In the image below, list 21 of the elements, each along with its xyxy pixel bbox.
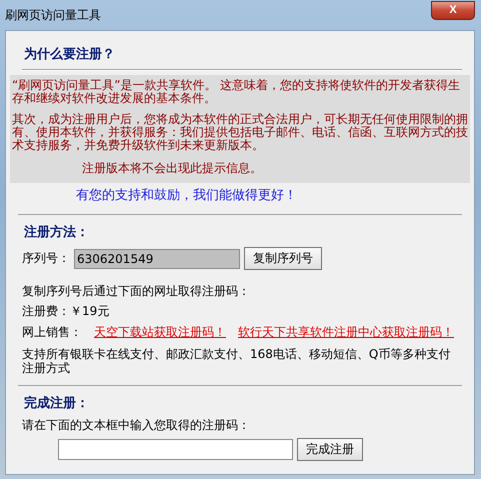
thanks-text: 有您的支持和鼓励，我们能做得更好！ [75, 187, 298, 204]
section-heading: 完成注册： [23, 394, 90, 412]
payment-text: 支持所有银联卡在线支付、邮政汇款支付、168电话、移动短信、Q币等多种支付注册方式 [21, 347, 452, 375]
finish-registration-button[interactable]: 完成注册 [297, 438, 363, 461]
section-heading: 为什么要注册？ [23, 46, 116, 63]
copy-serial-button[interactable]: 复制序列号 [244, 247, 322, 270]
serial-field[interactable]: 6306201549 [74, 248, 240, 268]
registration-code-field[interactable] [58, 439, 293, 460]
fee-text: 注册费：￥19元 [21, 304, 110, 318]
window-title: 刷网页访问量工具 [5, 6, 101, 24]
notice-text: 注册版本将不会出现此提示信息。 [81, 160, 263, 177]
registration-link[interactable]: 天空下载站获取注册码！ [94, 324, 226, 341]
section-heading: 注册方法： [23, 224, 90, 241]
serial-label: 序列号： [22, 250, 70, 267]
sales-label: 网上销售： [22, 324, 82, 341]
registration-link[interactable]: 软行天下共享软件注册中心获取注册码！ [238, 324, 454, 341]
prompt-text: 请在下面的文本框中输入您取得的注册码： [21, 418, 251, 432]
info-paragraph: “刷网页访问量工具”是一款共享软件。 这意味着，您的支持将使软件的开发者获得生存和继续对软件改进发展的基本条件。 [12, 79, 462, 105]
info-paragraph: 其次，成为注册用户后，您将成为本软件的正式合法用户，可长期无任何使用限制的拥有、使用本软件，并获得服务：我们提供包括电子邮件、电话、信函、互联网方式的技术支持服务，并免费升级软件到未来更新版本。 [12, 113, 468, 152]
close-button[interactable]: X [431, 0, 475, 20]
instruction-text: 复制序列号后通过下面的网址取得注册码： [21, 284, 251, 298]
